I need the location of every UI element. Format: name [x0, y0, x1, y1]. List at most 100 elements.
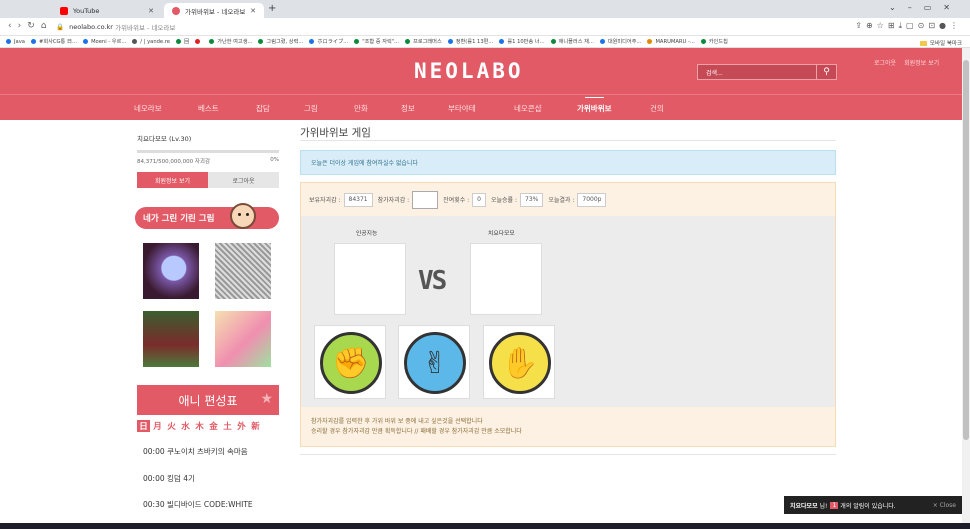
bookmark-item[interactable]: 프로그래머스	[405, 38, 442, 45]
page-scrollbar[interactable]	[962, 48, 970, 529]
drawing-thumbnail[interactable]	[143, 243, 199, 299]
bookmark-item[interactable]: ホロライブ...	[309, 38, 348, 45]
search-icon[interactable]: ⚲	[817, 64, 837, 80]
window-controls[interactable]: ⌄–▭✕	[889, 3, 962, 12]
tab-neolabo[interactable]: 가위바위보 - 네오라보 ✕	[164, 3, 264, 18]
user-panel: 치요다모모 (Lv.30) 84,371/500,000,000 자괴감 0% …	[137, 133, 279, 188]
bookmark-item[interactable]: MARUMARU -...	[647, 39, 695, 45]
logout-button[interactable]: 로그아웃	[208, 172, 279, 188]
schedule-time: 00:30	[143, 500, 165, 509]
banner-text: 네가 그린 기린 그림	[143, 214, 215, 224]
day-tab[interactable]: 月	[151, 420, 164, 432]
member-info-button[interactable]: 회원정보 보기	[137, 172, 208, 188]
site-header: NEOLABO 검색... ⚲ 로그아웃 회원정보 보기	[0, 48, 962, 94]
paper-button[interactable]: ✋	[483, 325, 555, 399]
menu-item[interactable]: 건의	[650, 103, 664, 114]
bookmark-favicon-icon	[132, 39, 138, 44]
day-tab[interactable]: 木	[193, 420, 206, 432]
new-tab-button[interactable]: +	[268, 3, 276, 14]
schedule-item[interactable]: 00:00 쿠노이치 츠바키의 속마음	[143, 446, 248, 457]
owned-label: 보유자괴감 :	[309, 197, 341, 204]
player-left-label: 인공지능	[356, 231, 378, 237]
bookmark-label: ホロライブ...	[317, 39, 349, 45]
member-info-link[interactable]: 회원정보 보기	[904, 60, 939, 67]
drawing-thumbnail[interactable]	[215, 311, 271, 367]
bookmark-item[interactable]: 정환(률1 13편...	[447, 38, 493, 45]
paper-icon: ✋	[489, 332, 551, 394]
drawing-thumbnail[interactable]	[143, 311, 199, 367]
tab-close-icon[interactable]: ✕	[148, 7, 154, 15]
youtube-favicon-icon	[60, 6, 68, 15]
bookmark-item[interactable]: "조합 중 자릭"...	[354, 38, 399, 45]
bookmark-item[interactable]: Java	[6, 39, 25, 45]
star-icon[interactable]: ★	[260, 391, 273, 407]
bookmark-item[interactable]: #회사CG통 日...	[30, 38, 77, 45]
day-tab[interactable]: 外	[235, 420, 248, 432]
menu-item[interactable]: 가위바위보	[577, 97, 612, 114]
tab-close-icon[interactable]: ✕	[250, 7, 256, 15]
bookmark-item[interactable]	[195, 39, 203, 44]
bookmark-item[interactable]: 가난한 여고생...	[209, 38, 252, 45]
search-input[interactable]: 검색...	[697, 64, 817, 80]
divider	[300, 140, 836, 141]
scrollbar-thumb[interactable]	[963, 60, 969, 440]
menu-item[interactable]: 네오콘샵	[514, 103, 542, 114]
drawing-thumbnail[interactable]	[215, 243, 271, 299]
tab-title: YouTube	[73, 6, 100, 15]
divider	[300, 454, 836, 455]
day-tab[interactable]: 火	[165, 420, 178, 432]
bookmark-label: 回	[183, 39, 190, 45]
day-tab[interactable]: 土	[221, 420, 234, 432]
scissors-button[interactable]: ✌	[398, 325, 470, 399]
day-tab[interactable]: 新	[249, 420, 262, 432]
bookmark-item[interactable]: 애니플러스 재...	[550, 38, 594, 45]
notify-message: 개의 알림이 있습니다.	[840, 502, 896, 510]
drawing-banner[interactable]: 네가 그린 기린 그림	[135, 203, 279, 229]
menu-item[interactable]: 잡담	[256, 103, 270, 114]
site-logo[interactable]: NEOLABO	[414, 59, 524, 83]
bet-input[interactable]	[412, 190, 439, 209]
menu-item[interactable]: 베스트	[198, 103, 219, 114]
browser-tab-bar: YouTube ✕ 가위바위보 - 네오라보 ✕ + ⌄–▭✕	[0, 0, 970, 18]
bookmark-label: / | yande.re	[140, 38, 170, 45]
nav-buttons[interactable]: ‹›↻⌂	[8, 21, 52, 31]
tab-youtube[interactable]: YouTube ✕	[52, 3, 162, 18]
bookmark-item[interactable]: / | yande.re	[132, 39, 170, 45]
ai-choice-box	[334, 243, 406, 315]
bookmark-favicon-icon	[175, 39, 181, 44]
mobile-bookmarks[interactable]: 모바일 북마크	[919, 39, 962, 47]
bookmark-item[interactable]: 回	[175, 38, 190, 45]
bookmark-label: 그림그렸, 상력...	[266, 39, 304, 45]
schedule-item[interactable]: 00:30 빌디바이드 CODE:WHITE	[143, 499, 253, 510]
day-tab[interactable]: 日	[137, 420, 150, 432]
notify-user: 치요다모모	[790, 502, 818, 510]
bookmark-item[interactable]: 률1 10만송 너...	[499, 38, 545, 45]
menu-item[interactable]: 정보	[401, 103, 415, 114]
win-rate-value: 73%	[520, 192, 544, 207]
day-tab[interactable]: 金	[207, 420, 220, 432]
desc-line-2: 승리할 경우 참가자괴감 만큼 획득합니다 // 패배할 경우 참가자괴감 만큼…	[311, 428, 522, 435]
desc-line-1: 참가자괴감를 입력한 후 가위 바위 보 중에 내고 싶은것을 선택합니다	[311, 418, 483, 425]
browser-toolbar: ‹›↻⌂ 🔒 neolabo.co.kr 가위바위보 - 네오라보 ⇪⊕☆⊞⤓▢…	[0, 18, 970, 36]
logout-link[interactable]: 로그아웃	[874, 60, 896, 67]
bookmark-item[interactable]: Moeni - 우르...	[83, 38, 126, 45]
rock-button[interactable]: ✊	[314, 325, 386, 399]
bookmark-item[interactable]: 그림그렸, 상력...	[258, 38, 303, 45]
menu-item[interactable]: 그림	[304, 103, 318, 114]
bookmark-favicon-icon	[30, 39, 36, 44]
address-bar[interactable]: 🔒 neolabo.co.kr 가위바위보 - 네오라보	[56, 20, 816, 34]
menu-item[interactable]: 부타야테	[448, 103, 476, 114]
schedule-item[interactable]: 00:00 킹덤 4기	[143, 473, 195, 484]
menu-item[interactable]: 만화	[354, 103, 368, 114]
browser-extension-icons[interactable]: ⇪⊕☆⊞⤓▢⊙⊡●⋮	[855, 21, 962, 31]
menu-item[interactable]: 네오라보	[134, 103, 162, 114]
notify-close-button[interactable]: × Close	[933, 502, 956, 509]
schedule-title: 빌디바이드 CODE:WHITE	[167, 500, 253, 509]
day-tab[interactable]: 水	[179, 420, 192, 432]
bookmark-item[interactable]: 대원미디어주...	[599, 38, 641, 45]
bookmark-favicon-icon	[309, 39, 315, 44]
character-face-icon	[230, 203, 256, 229]
bookmark-item[interactable]: 카인드칩	[700, 38, 728, 45]
os-taskbar	[0, 523, 970, 529]
player-right-label: 치요다모모	[488, 231, 515, 237]
